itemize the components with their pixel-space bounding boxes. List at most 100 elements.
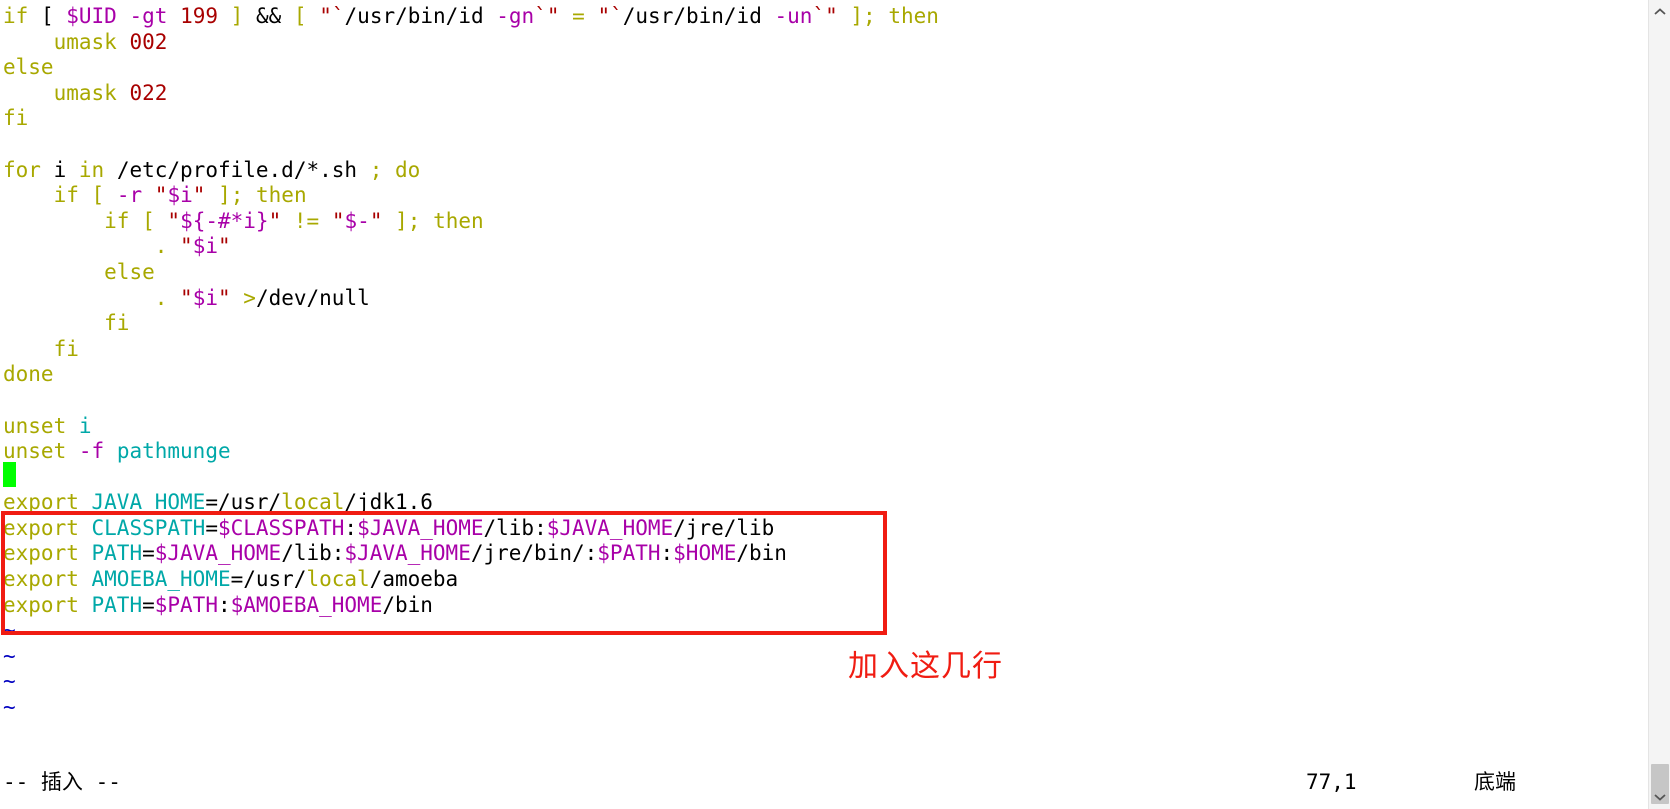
code-token: ]: [230, 4, 244, 28]
status-file-location: 底端: [1474, 770, 1516, 794]
scroll-up-button[interactable]: [1649, 2, 1670, 22]
code-token: ];: [850, 4, 876, 28]
code-token: ~: [3, 618, 16, 643]
code-token: $CLASSPATH: [217, 515, 345, 540]
code-line: export CLASSPATH=$CLASSPATH:$JAVA_HOME/l…: [0, 516, 1648, 542]
code-token: fi: [53, 336, 79, 361]
code-token: $JAVA_HOME: [357, 515, 484, 540]
code-line: fi: [0, 106, 1648, 132]
code-line: export PATH=$PATH:$AMOEBA_HOME/bin: [0, 593, 1648, 619]
code-line: umask 022: [0, 81, 1648, 107]
code-token: PATH: [91, 541, 143, 566]
code-token: ": [331, 208, 345, 233]
code-token: $i: [192, 234, 218, 259]
code-token: unset: [3, 413, 67, 438]
code-token: /dev/null: [255, 285, 370, 310]
code-token: fi: [104, 311, 130, 336]
code-token: -f: [78, 439, 105, 464]
code-token: unset: [3, 439, 67, 464]
code-token: ${-#*i}: [180, 208, 269, 233]
code-token: ": [217, 285, 231, 310]
code-token: [: [142, 208, 155, 233]
code-token: export: [3, 541, 79, 566]
code-line: for i in /etc/profile.d/*.sh ; do: [0, 158, 1648, 184]
code-line: fi: [0, 311, 1648, 337]
code-line: ~: [0, 644, 1648, 670]
code-token: =: [572, 4, 585, 28]
code-token: do: [395, 157, 421, 182]
code-token: !=: [293, 208, 320, 233]
code-token: `": [534, 4, 560, 28]
code-token: &&: [255, 4, 282, 28]
code-line: if [ -r "$i" ]; then: [0, 183, 1648, 209]
vim-editor-pane[interactable]: if [ $UID -gt 199 ] && [ "`/usr/bin/id -…: [0, 0, 1648, 809]
code-token: pathmunge: [116, 439, 231, 464]
code-token: ": [154, 183, 168, 208]
code-token: export: [3, 592, 79, 617]
status-mode-label: -- 插入 --: [3, 770, 121, 794]
code-line: umask 002: [0, 30, 1648, 56]
code-token: [: [293, 4, 307, 28]
code-line: . "$i": [0, 234, 1648, 260]
text-cursor: [3, 462, 16, 487]
code-token: in: [78, 157, 105, 182]
code-token: i: [40, 157, 79, 182]
code-token: /etc/profile.d/*.sh: [104, 157, 370, 182]
code-token: if: [53, 183, 79, 208]
scroll-down-button[interactable]: [1649, 787, 1670, 807]
code-token: fi: [3, 106, 29, 131]
code-token: JAVA_HOME: [91, 490, 206, 515]
code-token: =/usr/: [230, 567, 307, 592]
code-token: ];: [395, 208, 421, 233]
code-line: export AMOEBA_HOME=/usr/local/amoeba: [0, 567, 1648, 593]
code-token: ": [180, 234, 193, 259]
code-text-area[interactable]: if [ $UID -gt 199 ] && [ "`/usr/bin/id -…: [0, 0, 1648, 721]
code-line: unset i: [0, 414, 1648, 440]
code-line: . "$i" >/dev/null: [0, 286, 1648, 312]
code-token: /usr/bin/id: [622, 4, 762, 28]
code-token: i: [78, 413, 92, 438]
code-token: ": [180, 285, 193, 310]
vertical-scrollbar[interactable]: [1648, 0, 1670, 809]
code-token: local: [281, 490, 345, 515]
code-token: $JAVA_HOME: [344, 541, 471, 566]
code-token: :: [660, 541, 674, 566]
code-token: $JAVA_HOME: [154, 541, 282, 566]
code-token: -un: [774, 4, 813, 28]
code-token: .: [154, 234, 168, 259]
code-token: else: [104, 259, 155, 284]
code-token: /bin: [382, 592, 433, 617]
code-token: [: [28, 4, 67, 28]
code-token: -r: [116, 183, 143, 208]
code-line: ~: [0, 669, 1648, 695]
code-token: /jre/bin/:: [470, 541, 598, 566]
chevron-down-icon: [1654, 793, 1666, 801]
code-line: if [ $UID -gt 199 ] && [ "`/usr/bin/id -…: [0, 4, 1648, 30]
scrollbar-track[interactable]: [1649, 22, 1670, 804]
